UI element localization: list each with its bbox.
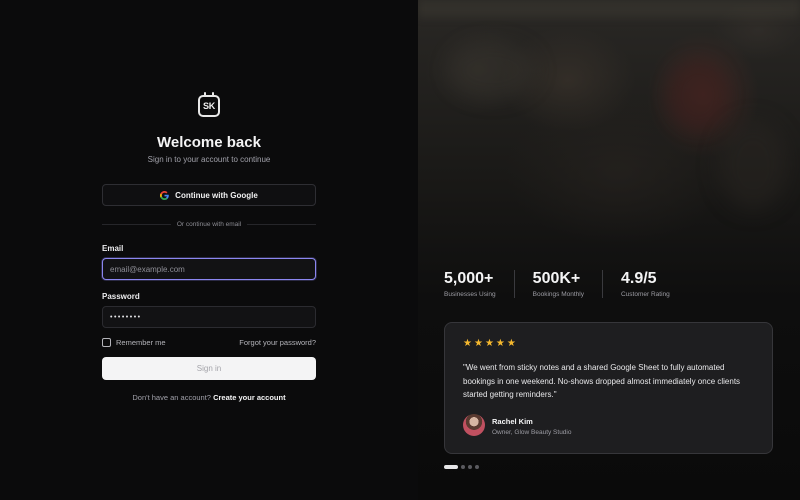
google-signin-button[interactable]: Continue with Google (102, 184, 316, 206)
testimonial-quote: "We went from sticky notes and a shared … (463, 363, 741, 399)
background-image (448, 40, 538, 100)
divider: Or continue with email (102, 219, 316, 229)
background-image (668, 60, 728, 130)
email-field[interactable] (102, 258, 316, 280)
page-title: Welcome back (157, 134, 261, 151)
signin-button[interactable]: Sign in (102, 357, 316, 380)
stat-item: 5,000+ Businesses Using (444, 270, 515, 298)
google-button-label: Continue with Google (175, 190, 258, 200)
password-field[interactable] (102, 306, 316, 328)
star-icon: ★ (484, 338, 494, 349)
carousel-dot[interactable] (475, 465, 479, 469)
create-account-link[interactable]: Create your account (213, 393, 286, 402)
stat-item: 500K+ Bookings Monthly (533, 270, 603, 298)
testimonial-card: ★ ★ ★ ★ ★ "We went from sticky notes and a s… (444, 322, 773, 454)
stat-label: Businesses Using (444, 291, 496, 298)
stat-value: 500K+ (532, 270, 581, 287)
stat-value: 4.9/5 (620, 270, 657, 287)
star-rating: ★ ★ ★ ★ ★ (463, 339, 516, 349)
remember-label: Remember me (116, 338, 166, 347)
carousel-dot[interactable] (468, 465, 472, 469)
carousel-dot[interactable] (444, 465, 458, 469)
divider-line (102, 223, 171, 225)
background-image (418, 0, 800, 18)
divider-text: Or continue with email (176, 220, 242, 228)
avatar (463, 414, 485, 436)
hero-panel: 5,000+ Businesses Using 500K+ Bookings M… (418, 0, 800, 500)
star-icon: ★ (495, 338, 505, 349)
remember-checkbox[interactable] (102, 338, 111, 347)
password-label: Password (102, 292, 140, 301)
logo-text: SK (203, 101, 215, 111)
star-icon: ★ (506, 338, 516, 349)
stat-value: 5,000+ (444, 270, 494, 287)
stat-label: Customer Rating (620, 291, 670, 298)
star-icon: ★ (463, 338, 472, 349)
carousel-dots (444, 465, 479, 469)
star-icon: ★ (473, 338, 483, 349)
stat-item: 4.9/5 Customer Rating (621, 270, 688, 298)
testimonial-author: Rachel Kim (492, 417, 533, 426)
google-icon (160, 190, 169, 200)
stat-label: Bookings Monthly (532, 291, 584, 298)
login-panel: SK Welcome back Sign in to your account … (0, 0, 418, 500)
forgot-password-link[interactable]: Forgot your password? (239, 338, 316, 347)
remember-me[interactable]: Remember me (102, 338, 166, 347)
testimonial-role: Owner, Glow Beauty Studio (492, 429, 572, 436)
signup-prompt: Don't have an account? Create your accou… (0, 393, 418, 402)
no-account-text: Don't have an account? (132, 393, 211, 402)
background-image (718, 120, 788, 210)
stats-row: 5,000+ Businesses Using 500K+ Bookings M… (444, 270, 688, 298)
divider-line (247, 223, 316, 225)
email-label: Email (102, 244, 124, 253)
carousel-dot[interactable] (461, 465, 465, 469)
page-subtitle: Sign in to your account to continue (147, 155, 271, 164)
calendar-icon: SK (198, 92, 220, 117)
login-page: SK Welcome back Sign in to your account … (0, 0, 800, 500)
